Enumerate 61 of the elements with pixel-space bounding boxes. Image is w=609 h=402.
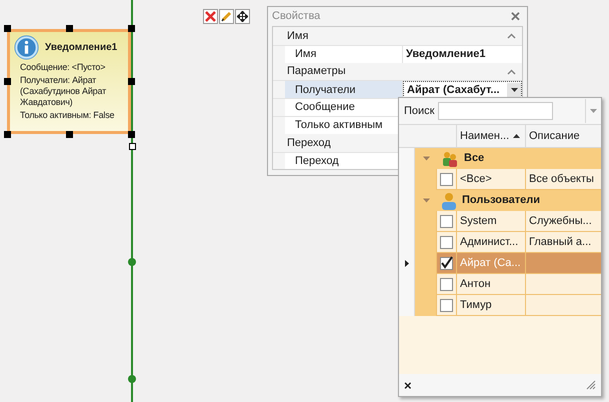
checkbox[interactable] [440,236,453,248]
caret-icon [510,88,518,92]
resize-handle[interactable] [128,78,135,85]
row-indicator-icon [405,260,409,267]
clear-button[interactable]: × [404,378,412,392]
grid-row[interactable]: Админист... Главный а... [436,232,601,253]
table-cell[interactable]: Админист... [457,232,526,252]
resize-handle[interactable] [66,25,73,32]
move-icon[interactable] [235,9,250,24]
table-cell[interactable]: Все объекты [526,169,601,189]
notification-node[interactable]: Уведомление1 Сообщение: <Пусто> Получатели: Айрат (Сахабутдинов Айрат Жавдатович) Только активным: False [7,29,131,134]
table-cell[interactable]: <Все> [457,169,526,189]
property-label[interactable]: Получатели [285,81,403,98]
dropdown-button[interactable] [507,82,521,97]
delete-icon[interactable] [203,9,218,24]
users-icon [441,150,459,168]
column-header[interactable]: Описание [526,125,601,147]
table-cell[interactable]: Главный а... [526,232,601,252]
node-property: Только активным: False [19,110,116,121]
caret-icon [590,109,597,113]
node-property: Сообщение: <Пусто> [19,62,106,73]
user-icon [441,192,457,210]
table-cell[interactable]: System [457,211,526,231]
resize-grip-icon[interactable] [586,380,596,390]
group-label: Пользователи [462,193,540,208]
column-header[interactable]: Наимен... [457,125,526,147]
grid-row[interactable]: Тимур [436,295,601,316]
panel-title: Свойства [272,9,320,24]
category-header[interactable]: Параметры [273,62,522,80]
search-field[interactable] [438,102,554,120]
category-label[interactable]: Параметры [287,63,346,80]
grid-row[interactable]: System Служебны... [436,211,601,232]
resize-handle[interactable] [128,25,135,32]
close-button[interactable]: ✕ [508,10,523,24]
group-label: Все [464,151,484,166]
resize-handle[interactable] [4,25,11,32]
category-label[interactable]: Переход [287,134,331,151]
node-property: Получатели: Айрат (Сахабутдинов Айрат Жавдатович) [19,75,107,108]
resize-handle[interactable] [4,131,11,138]
collapse-icon[interactable] [423,197,430,204]
checkbox[interactable] [440,278,453,290]
table-cell[interactable]: Служебны... [526,211,601,231]
collapse-icon[interactable] [507,32,516,39]
search-label: Поиск [404,104,434,119]
checkbox[interactable] [440,298,453,312]
node-title: Уведомление1 [45,41,118,55]
grid-row[interactable]: <Все> Все объекты [436,169,601,190]
collapse-icon[interactable] [423,155,430,162]
category-label[interactable]: Имя [287,28,308,44]
property-value[interactable]: Уведомление1 [406,46,486,63]
table-cell[interactable]: Тимур [457,295,526,315]
collapse-icon[interactable] [507,68,516,75]
sort-icon [513,134,520,138]
checkbox[interactable] [440,214,453,228]
checkbox[interactable] [440,172,453,186]
info-icon [14,35,39,60]
checkbox[interactable] [440,256,453,270]
table-cell[interactable]: Антон [457,274,526,294]
grid-row[interactable]: Антон [436,274,601,295]
resize-handle[interactable] [66,131,73,138]
resize-handle[interactable] [4,78,11,85]
